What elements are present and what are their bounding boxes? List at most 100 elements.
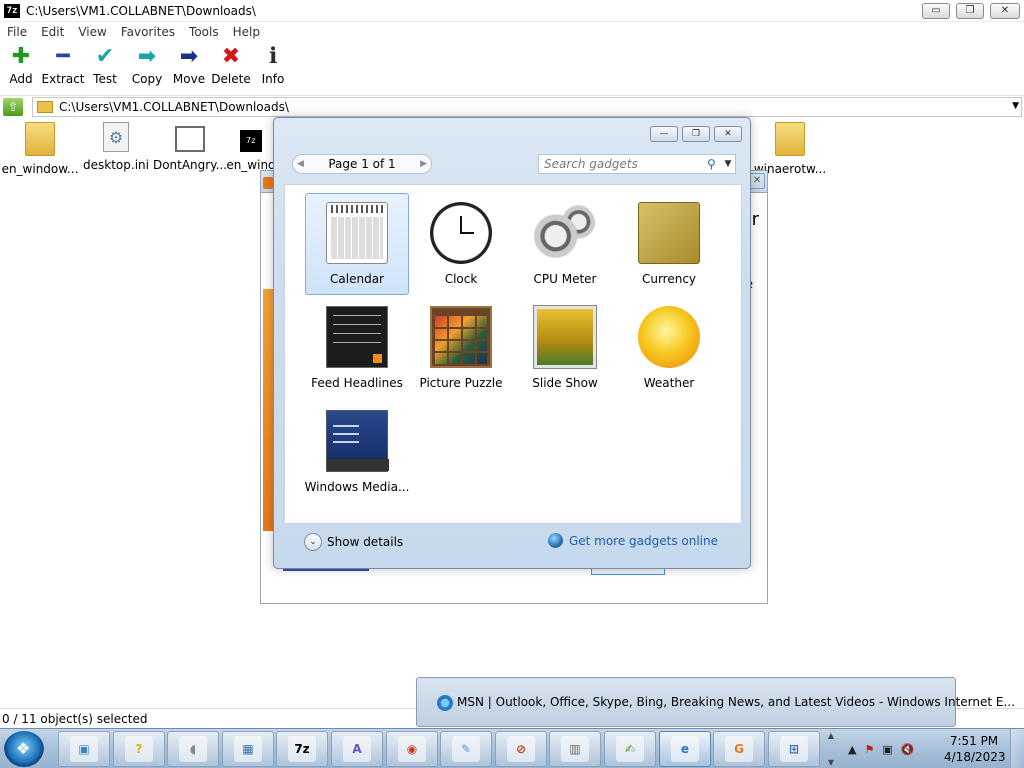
taskbar-preview[interactable]: MSN | Outlook, Office, Skype, Bing, Brea… [416,677,1015,727]
taskbar-button-network[interactable]: ⊞ [768,731,820,767]
menu-favorites[interactable]: Favorites [114,25,182,39]
gadget-label: Picture Puzzle [419,376,503,390]
delete-button[interactable]: ✖ Delete [210,44,252,92]
menu-view[interactable]: View [71,25,113,39]
taskbar-button-help[interactable]: ? [113,731,165,767]
volume-muted-icon[interactable]: 🔇 [901,743,915,756]
gadget-feed-headlines[interactable]: Feed Headlines [305,297,409,399]
restore-button[interactable]: ❐ [956,3,984,19]
toolbar: ✚ Add ━ Extract ✔ Test ➡ Copy ➡ Move ✖ D… [0,44,294,92]
start-button[interactable] [4,731,44,767]
menu-file[interactable]: File [0,25,34,39]
move-label: Move [172,72,206,86]
show-desktop-button[interactable] [1010,729,1024,768]
gadget-windows-media-center[interactable]: Windows Media... [305,401,409,503]
status-text: 0 / 11 object(s) selected [2,711,148,726]
file-item[interactable]: winaerotw... [750,122,830,176]
folder-icon [37,101,53,113]
taskbar-button-chrome[interactable]: ◉ [386,731,438,767]
background-window-close-button[interactable]: ✕ [749,173,765,189]
title-bar: 7z C:\Users\VM1.COLLABNET\Downloads\ ▭ ❐… [0,0,1024,22]
taskbar-button-notepadpp[interactable]: ✍ [604,731,656,767]
network-icon[interactable]: ▣ [882,743,892,756]
gallery-close-button[interactable]: ✕ [714,126,742,142]
menu-edit[interactable]: Edit [34,25,71,39]
file-item[interactable]: DontAngry... [150,122,230,172]
gadget-currency[interactable]: Currency [617,193,721,295]
gadget-cpu-meter[interactable]: CPU Meter [513,193,617,295]
folder-icon [775,122,805,156]
taskbar-button-display[interactable]: ▦ [222,731,274,767]
taskbar-button-installer[interactable]: G [713,731,765,767]
taskbar-button-notepad[interactable]: ✎ [440,731,492,767]
extract-button[interactable]: ━ Extract [42,44,85,92]
gadget-clock[interactable]: Clock [409,193,513,295]
gadget-gallery-window: — ❐ ✕ ◀ Page 1 of 1 ▶ Search gadgets ⚲ ▼… [273,117,751,569]
gadget-label: Feed Headlines [311,376,403,390]
up-folder-button[interactable]: ⇧ [3,97,23,116]
clock-time: 7:51 PM [949,734,999,748]
clock-date: 4/18/2023 [944,750,1006,764]
menu-help[interactable]: Help [226,25,267,39]
next-page-icon[interactable]: ▶ [420,159,427,169]
get-more-gadgets-label: Get more gadgets online [568,533,718,548]
font-icon: A [343,736,371,762]
taskbar-button-7zip[interactable]: 7z [276,731,328,767]
show-details-button[interactable]: ⌄ Show details [304,533,403,551]
get-more-gadgets-link[interactable]: Get more gadgets online [547,533,718,548]
clock[interactable]: 7:51 PM 4/18/2023 [944,733,1006,765]
taskbar-button-blocked[interactable]: ⊘ [495,731,547,767]
address-field[interactable]: C:\Users\VM1.COLLABNET\Downloads\ ▼ [32,97,1022,117]
copy-label: Copy [131,72,163,86]
gadget-search[interactable]: Search gadgets ⚲ ▼ [538,154,736,174]
gadget-slide-show[interactable]: Slide Show [513,297,617,399]
scroll-down-icon[interactable]: ▼ [828,758,834,767]
scroll-up-icon[interactable]: ▲ [828,731,834,740]
document-icon [175,126,205,152]
menu-tools[interactable]: Tools [182,25,226,39]
gallery-body: ◀ Page 1 of 1 ▶ Search gadgets ⚲ ▼ Calen… [284,148,742,560]
taskbar-button-mouse[interactable]: ◖ [167,731,219,767]
show-hidden-icons-icon[interactable]: ▲ [848,743,856,756]
settings-file-icon: ⚙ [103,122,129,152]
notepad-icon: ✎ [452,736,480,762]
search-icon[interactable]: ⚲ [707,157,721,171]
taskbar-button-fonts[interactable]: A [331,731,383,767]
gallery-restore-button[interactable]: ❐ [682,126,710,142]
taskbar-button-ie[interactable]: e [659,731,711,767]
taskbar: ▣? ◖ ▦ 7z A ◉ ✎ ⊘ ▥ ✍ eG ⊞ ▲ ▼ ▲ ⚑ ▣ 🔇 7:51 PM 4/18… [0,728,1024,768]
add-icon: ✚ [11,44,31,69]
gadget-label: Windows Media... [304,480,410,494]
gallery-minimize-button[interactable]: — [650,126,678,142]
gadget-calendar[interactable]: Calendar [305,193,409,295]
gadget-weather[interactable]: Weather [617,297,721,399]
window-title: C:\Users\VM1.COLLABNET\Downloads\ [26,3,256,18]
server-icon: ▥ [561,736,589,762]
search-input[interactable]: Search gadgets [544,157,707,171]
info-button[interactable]: ℹ Info [252,44,294,92]
copy-icon: ➡ [137,44,157,69]
gadget-picture-puzzle[interactable]: Picture Puzzle [409,297,513,399]
chevron-down-icon: ⌄ [304,533,322,551]
file-item[interactable]: 7z en_wind [226,122,276,172]
file-item[interactable]: ⚙ desktop.ini [76,122,156,172]
internet-explorer-icon [437,695,453,711]
previous-page-icon[interactable]: ◀ [297,159,304,169]
minimize-button[interactable]: ▭ [922,3,950,19]
windows-media-center-icon [326,410,389,472]
action-center-flag-icon[interactable]: ⚑ [864,743,874,756]
test-button[interactable]: ✔ Test [84,44,126,92]
chevron-down-icon[interactable]: ▼ [721,159,735,169]
move-button[interactable]: ➡ Move [168,44,210,92]
cpu-meter-icon [534,202,596,264]
taskbar-button-server[interactable]: ▥ [549,731,601,767]
add-button[interactable]: ✚ Add [0,44,42,92]
taskbar-button-explorer[interactable]: ▣ [58,731,110,767]
system-tray: ▲ ⚑ ▣ 🔇 [842,729,942,768]
close-button[interactable]: ✕ [990,3,1020,19]
chevron-down-icon[interactable]: ▼ [1012,101,1019,111]
gadget-label: Slide Show [532,376,598,390]
copy-button[interactable]: ➡ Copy [126,44,168,92]
file-item[interactable]: en_window... [0,122,80,176]
gadget-label: Calendar [330,272,384,286]
